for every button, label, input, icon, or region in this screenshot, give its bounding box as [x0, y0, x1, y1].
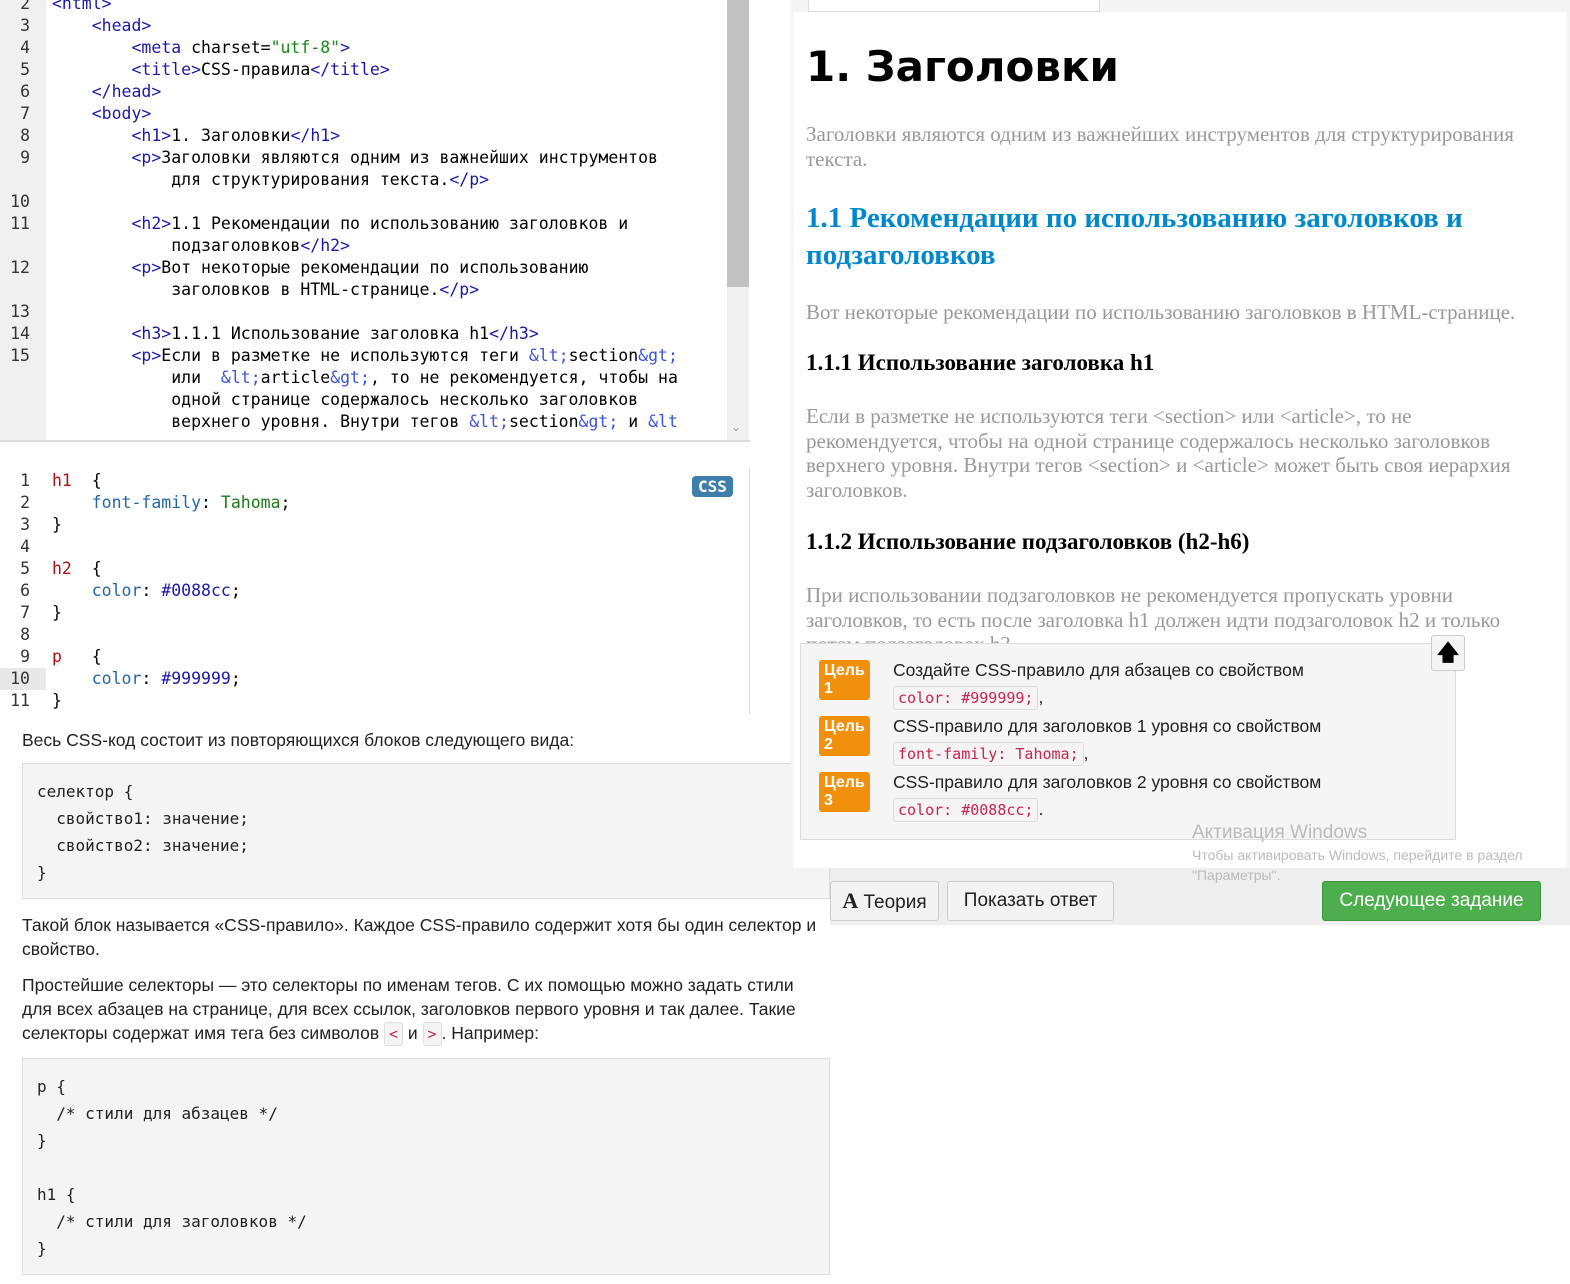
code-line[interactable]: p {: [52, 646, 102, 668]
css-badge: CSS: [692, 476, 733, 497]
code-line[interactable]: верхнего уровня. Внутри тегов &lt;sectio…: [52, 411, 678, 433]
text: и: [403, 1023, 423, 1043]
scroll-down-icon[interactable]: ⌄: [731, 420, 741, 434]
code-line[interactable]: font-family: Tahoma;: [52, 492, 291, 514]
goal-code: font-family: Tahoma;,: [893, 742, 1089, 766]
code-line[interactable]: }: [52, 690, 62, 712]
line-number: 7: [20, 104, 30, 123]
theory-paragraph: Такой блок называется «CSS-правило». Каж…: [22, 915, 817, 959]
code-line[interactable]: }: [52, 514, 62, 536]
code-line[interactable]: одной странице содержалось несколько заг…: [52, 389, 638, 411]
html-editor[interactable]: 2 <html> 3 <head> 4 <meta charset="utf-8"> 5…: [0, 0, 750, 442]
line-number: 5: [20, 60, 30, 79]
code-line[interactable]: <head>: [52, 15, 152, 37]
windows-watermark-line2: "Параметры".: [1192, 867, 1281, 883]
line-number: 3: [20, 16, 30, 35]
line-number: 11: [10, 214, 30, 233]
line-number: 4: [20, 38, 30, 57]
code-line[interactable]: <title>CSS-правила</title>: [52, 59, 389, 81]
code-gt: >: [422, 1022, 442, 1046]
line-number: 5: [20, 559, 30, 578]
scrollbar-thumb[interactable]: [727, 0, 749, 287]
line-number: 6: [20, 581, 30, 600]
code-lt: <: [383, 1022, 404, 1046]
line-number: 14: [10, 324, 30, 343]
line-number: 6: [20, 82, 30, 101]
preview-p3: Если в разметке не используются теги <se…: [806, 404, 1511, 502]
css-editor[interactable]: 1 h1 { 2 font-family: Tahoma; 3} 4 5 h2 { 6 col…: [0, 468, 750, 715]
code-line[interactable]: color: #999999;: [52, 668, 241, 690]
line-number: 15: [10, 346, 30, 365]
preview-h1: 1. Заголовки: [806, 42, 1119, 91]
goal-badge: Цель 3: [819, 772, 870, 812]
code-line[interactable]: для структурирования текста.</p>: [52, 169, 489, 191]
preview-p2: Вот некоторые рекомендации по использова…: [806, 300, 1516, 324]
theory-paragraph-selectors: Простейшие селекторы — это селекторы по …: [22, 973, 822, 1046]
line-number: 11: [10, 691, 30, 710]
code-example-selectors: p { /* стили для абзацев */ } h1 { /* ст…: [22, 1058, 830, 1275]
code-line[interactable]: или &lt;article&gt;, то не рекомендуется…: [52, 367, 678, 389]
code-example-rule: селектор { свойство1: значение; свойство…: [22, 763, 830, 899]
line-number: 9: [20, 647, 30, 666]
collapse-goals-button[interactable]: 🡅: [1431, 635, 1465, 671]
goal-badge: Цель 1: [819, 660, 870, 700]
preview-tab[interactable]: [808, 0, 1100, 12]
line-number: 10: [10, 192, 30, 211]
preview-h3-a: 1.1.1 Использование заголовка h1: [806, 350, 1155, 375]
line-number: 2: [20, 493, 30, 512]
code-line[interactable]: h2 {: [52, 558, 102, 580]
code-line[interactable]: <h2>1.1 Рекомендации по использованию за…: [52, 213, 628, 235]
preview-h3-b: 1.1.2 Использование подзаголовков (h2-h6…: [806, 529, 1250, 554]
windows-watermark-title: Активация Windows: [1192, 822, 1368, 843]
code-line[interactable]: color: #0088cc;: [52, 580, 241, 602]
theory-icon: A: [842, 888, 859, 913]
theory-label: Теория: [863, 892, 927, 913]
goals-panel: Цель 1 Создайте CSS-правило для абзацев с…: [800, 643, 1456, 840]
goal-text: Создайте CSS-правило для абзацев со свой…: [893, 660, 1304, 680]
line-number: 4: [20, 537, 30, 556]
code-line[interactable]: h1 {: [52, 470, 102, 492]
goal-badge: Цель 2: [819, 716, 870, 756]
code-line[interactable]: заголовков в HTML-странице.</p>: [52, 279, 479, 301]
line-number: 7: [20, 603, 30, 622]
goal-text: CSS-правило для заголовков 2 уровня со с…: [893, 772, 1322, 792]
line-number: 10: [10, 669, 30, 688]
line-number: 8: [20, 126, 30, 145]
line-number: 12: [10, 258, 30, 277]
code-line[interactable]: <html>: [52, 0, 112, 15]
preview-p1: Заголовки являются одним из важнейших ин…: [806, 122, 1514, 171]
line-number: 2: [20, 0, 30, 13]
next-task-button[interactable]: Следующее задание: [1322, 881, 1541, 921]
goal-text: CSS-правило для заголовков 1 уровня со с…: [893, 716, 1322, 736]
theory-panel: Весь CSS-код состоит из повторяющихся бл…: [0, 715, 830, 1284]
text: . Например:: [441, 1023, 539, 1043]
code-line[interactable]: <h1>1. Заголовки</h1>: [52, 125, 340, 147]
code-line[interactable]: <p>Вот некоторые рекомендации по использ…: [52, 257, 588, 279]
code-line[interactable]: <meta charset="utf-8">: [52, 37, 350, 59]
goal-code: color: #0088cc;.: [893, 798, 1043, 822]
line-number: 8: [20, 625, 30, 644]
theory-intro: Весь CSS-код состоит из повторяющихся бл…: [22, 730, 575, 750]
preview-h2: 1.1 Рекомендации по использованию заголо…: [806, 202, 1463, 271]
goal-code: color: #999999;,: [893, 686, 1043, 710]
windows-watermark-line1: Чтобы активировать Windows, перейдите в …: [1192, 847, 1523, 863]
theory-button[interactable]: A Теория: [830, 881, 939, 921]
code-line[interactable]: <p>Заголовки являются одним из важнейших…: [52, 147, 658, 169]
code-line[interactable]: </head>: [52, 81, 162, 103]
code-line[interactable]: <h3>1.1.1 Использование заголовка h1</h3…: [52, 323, 538, 345]
line-number: 13: [10, 302, 30, 321]
line-number: 3: [20, 515, 30, 534]
code-line[interactable]: }: [52, 602, 62, 624]
line-number: 1: [20, 471, 30, 490]
show-answer-button[interactable]: Показать ответ: [947, 881, 1114, 921]
code-line[interactable]: подзаголовков</h2>: [52, 235, 350, 257]
code-line[interactable]: <p>Если в разметке не используются теги …: [52, 345, 677, 367]
code-line[interactable]: <body>: [52, 103, 152, 125]
line-number: 9: [20, 148, 30, 167]
